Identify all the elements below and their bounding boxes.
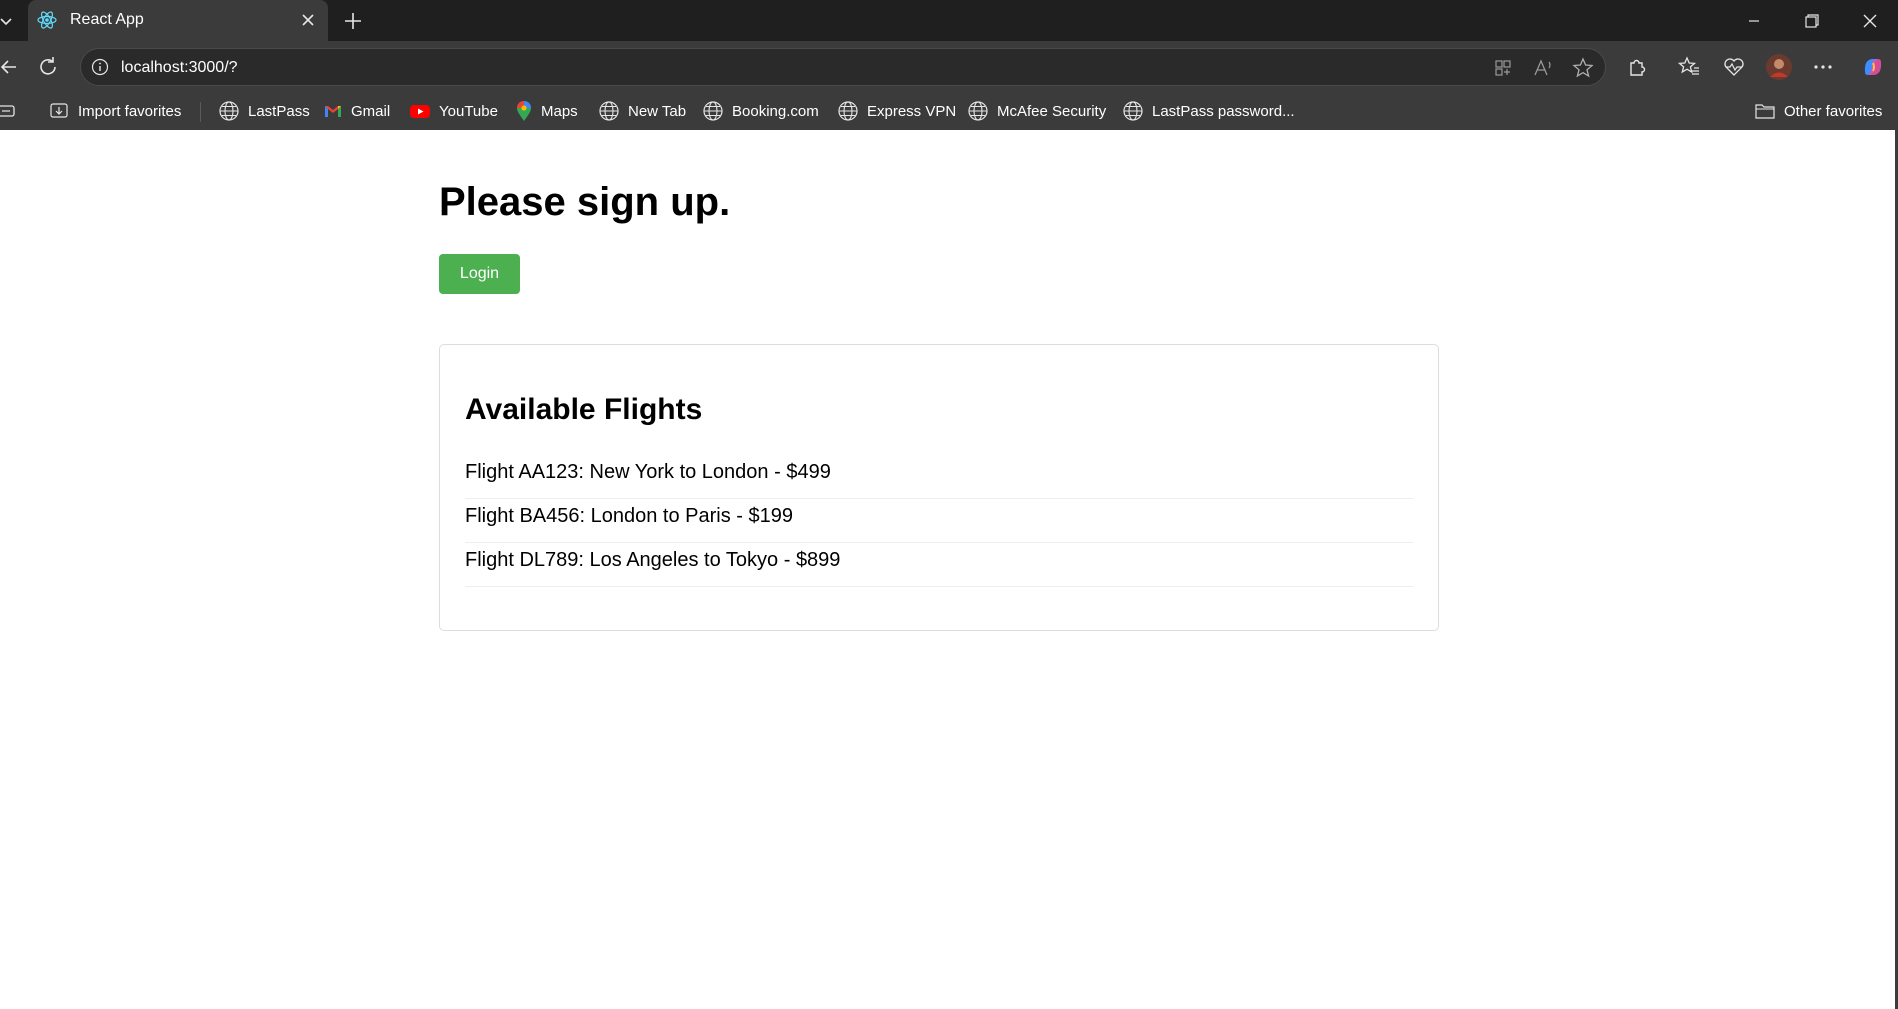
bookmarks-separator — [200, 102, 201, 122]
restore-icon[interactable] — [1783, 0, 1841, 41]
bookmark-label: Booking.com — [732, 102, 819, 120]
bookmark-label: LastPass — [248, 102, 310, 120]
bookmark-gmail[interactable]: Gmail — [323, 99, 390, 123]
bookmark-label: Maps — [541, 102, 578, 120]
tab-react-app[interactable]: React App — [28, 0, 328, 41]
bookmark-lastpass-password[interactable]: LastPass password... — [1122, 99, 1295, 123]
import-favorites-icon — [50, 103, 68, 118]
youtube-icon — [410, 105, 430, 118]
reload-icon[interactable] — [32, 50, 66, 84]
read-aloud-icon[interactable] — [1531, 56, 1555, 80]
bookmark-lastpass[interactable]: LastPass — [218, 99, 310, 123]
tab-actions-icon[interactable] — [0, 99, 18, 123]
flights-card: Available Flights Flight AA123: New York… — [439, 344, 1439, 631]
close-window-icon[interactable] — [1841, 0, 1898, 41]
folder-icon — [1755, 104, 1775, 119]
bookmark-label: YouTube — [439, 102, 498, 120]
bookmark-import-favorites[interactable]: Import favorites — [48, 99, 181, 123]
bookmark-mcafee[interactable]: McAfee Security — [967, 99, 1106, 123]
tab-title: React App — [70, 11, 144, 28]
bookmark-booking[interactable]: Booking.com — [702, 99, 819, 123]
app-available-icon[interactable] — [1491, 56, 1515, 80]
bookmark-label: LastPass password... — [1152, 102, 1295, 120]
react-icon — [37, 10, 57, 30]
globe-icon — [968, 101, 988, 121]
favorite-star-icon[interactable] — [1571, 56, 1595, 80]
flights-heading: Available Flights — [465, 393, 703, 426]
bookmarks-bar: Import favorites LastPass Gmail YouTube — [0, 93, 1898, 130]
page-title: Please sign up. — [439, 180, 731, 224]
flight-list-item: Flight AA123: New York to London - $499 — [465, 455, 1413, 499]
bookmark-new-tab[interactable]: New Tab — [598, 99, 686, 123]
browser-essentials-icon[interactable] — [1717, 50, 1751, 84]
favorites-icon[interactable] — [1672, 50, 1706, 84]
profile-avatar[interactable] — [1762, 50, 1796, 84]
more-options-icon[interactable] — [1806, 50, 1840, 84]
bookmark-label: New Tab — [628, 102, 687, 120]
bookmark-label: Express VPN — [867, 102, 957, 120]
site-info-icon[interactable] — [91, 58, 109, 76]
globe-icon — [599, 101, 619, 121]
bookmark-label: Gmail — [351, 102, 391, 120]
page-viewport: Please sign up. Login Available Flights … — [0, 130, 1895, 1009]
flight-list-item: Flight BA456: London to Paris - $199 — [465, 499, 1413, 543]
maps-icon — [517, 101, 531, 121]
bookmark-label: Import favorites — [78, 102, 182, 120]
close-tab-icon[interactable] — [295, 7, 321, 33]
bookmark-express-vpn[interactable]: Express VPN — [837, 99, 956, 123]
bookmark-label: McAfee Security — [997, 102, 1107, 120]
bookmark-other-favorites[interactable]: Other favorites — [1754, 99, 1882, 123]
bookmark-youtube[interactable]: YouTube — [409, 99, 498, 123]
login-button[interactable]: Login — [439, 254, 520, 294]
flight-list: Flight AA123: New York to London - $499 … — [465, 455, 1413, 587]
copilot-icon[interactable] — [1856, 50, 1890, 84]
bookmark-label: Other favorites — [1784, 102, 1883, 120]
tab-actions-chevron-icon[interactable] — [0, 10, 14, 32]
gmail-icon — [325, 106, 341, 117]
globe-icon — [219, 101, 239, 121]
browser-toolbar: localhost:3000/? — [0, 41, 1898, 93]
browser-titlebar: React App — [0, 0, 1898, 41]
back-arrow-icon[interactable] — [0, 50, 26, 84]
globe-icon — [703, 101, 723, 121]
globe-icon — [838, 101, 858, 121]
url-text: localhost:3000/? — [121, 59, 238, 76]
address-bar[interactable]: localhost:3000/? — [80, 48, 1606, 86]
flight-list-item: Flight DL789: Los Angeles to Tokyo - $89… — [465, 543, 1413, 587]
globe-icon — [1123, 101, 1143, 121]
extensions-icon[interactable] — [1620, 50, 1654, 84]
minimize-icon[interactable] — [1725, 0, 1783, 41]
bookmark-maps[interactable]: Maps — [515, 99, 578, 123]
new-tab-icon[interactable] — [338, 6, 368, 36]
